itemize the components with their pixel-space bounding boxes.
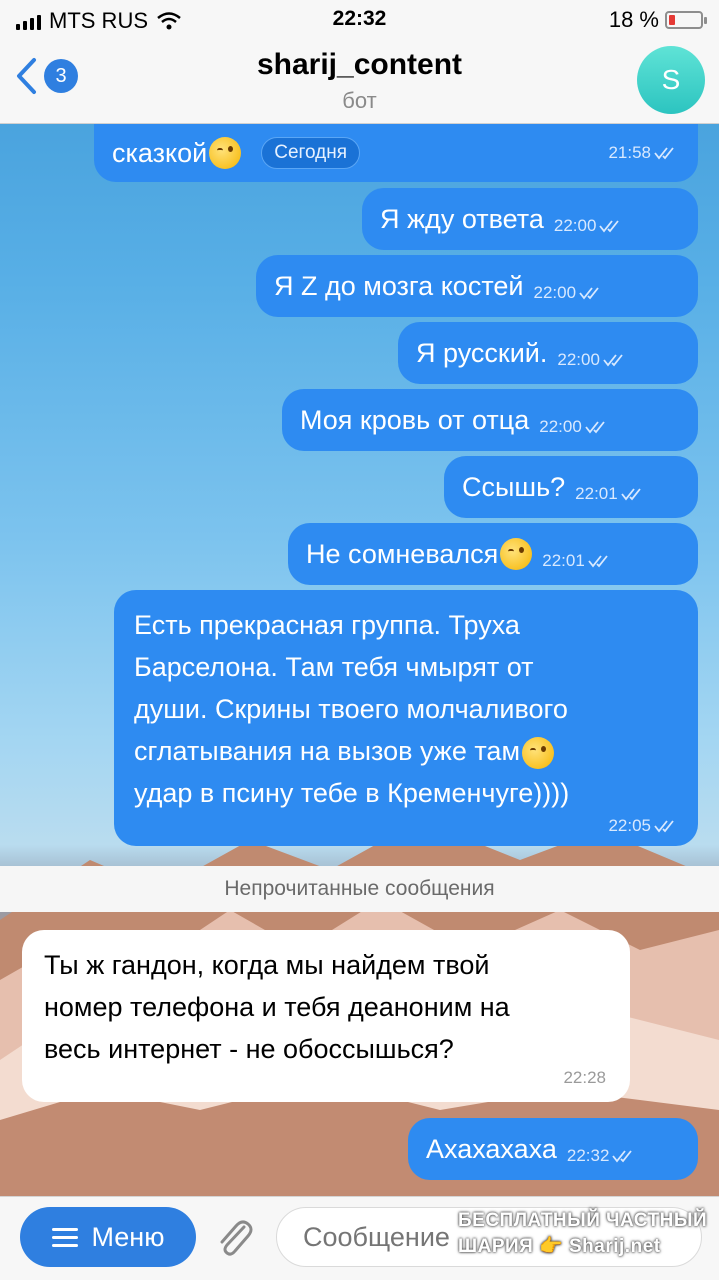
message-text: Я Z до мозга костей	[274, 270, 524, 301]
double-check-icon	[599, 220, 620, 233]
message-text: Я жду ответа	[380, 203, 544, 234]
message-time: 22:01	[575, 484, 618, 503]
message-text: Есть прекрасная группа. Труха Барселона.…	[134, 604, 678, 814]
bot-menu-button[interactable]: Меню	[20, 1207, 196, 1267]
message-text: Я русский.	[416, 337, 548, 368]
wink-emoji-icon	[522, 736, 555, 769]
message-bubble[interactable]: Я Z до мозга костей 22:00	[256, 255, 698, 317]
avatar[interactable]: S	[637, 46, 705, 114]
battery-icon	[665, 11, 707, 29]
chat-subtitle: бот	[342, 88, 377, 113]
message-text: Моя кровь от отца	[300, 404, 530, 435]
message-time: 22:00	[539, 417, 582, 436]
message-line: удар в псину тебе в Кременчуге))))	[134, 778, 570, 808]
unread-divider: Непрочитанные сообщения	[0, 866, 719, 912]
attach-paperclip-icon[interactable]	[214, 1217, 256, 1261]
incoming-message-bubble[interactable]: Ты ж гандон, когда мы найдем твой номер …	[22, 930, 630, 1102]
double-check-icon	[654, 820, 674, 833]
double-check-icon	[621, 488, 641, 501]
watermark-line: БЕСПЛАТНЫЙ ЧАСТНЫЙ	[458, 1210, 708, 1231]
message-line: души. Скрины твоего молчаливого	[134, 694, 568, 724]
chat-header: 3 sharij_content бот S	[0, 38, 719, 124]
message-bubble[interactable]: Я жду ответа 22:00	[362, 188, 698, 250]
message-time: 22:00	[557, 350, 600, 369]
double-check-icon	[585, 421, 605, 434]
message-text: Ахахахаха	[426, 1133, 557, 1164]
message-bubble[interactable]: Есть прекрасная группа. Труха Барселона.…	[114, 590, 698, 846]
wink-emoji-icon	[209, 137, 242, 169]
message-text: Ссышь?	[462, 471, 566, 502]
status-bar: MTS RUS 22:32 18 %	[0, 0, 719, 38]
message-text: Ты ж гандон, когда мы найдем твой номер …	[44, 944, 608, 1070]
battery-percent: 18 %	[608, 7, 659, 32]
double-check-icon	[603, 354, 623, 367]
message-bubble[interactable]: Моя кровь от отца 22:00	[282, 389, 698, 451]
message-time: 22:32	[566, 1146, 610, 1165]
message-line: сглатывания на вызов уже там	[134, 736, 521, 766]
message-line: Барселона. Там тебя чмырят от	[134, 652, 534, 682]
double-check-icon	[579, 287, 599, 300]
message-bubble[interactable]: Я русский. 22:00	[398, 322, 698, 384]
watermark: БЕСПЛАТНЫЙ ЧАСТНЫЙ ШАРИЯ 👉 Sharij.net	[458, 1208, 710, 1260]
message-line: Есть прекрасная группа. Труха	[134, 610, 520, 640]
double-check-icon	[588, 555, 608, 568]
menu-icon	[51, 1227, 78, 1247]
message-line: весь интернет - не обоссышься?	[44, 1034, 454, 1064]
message-line: Ты ж гандон, когда мы найдем твой	[44, 950, 490, 980]
message-text: Не сомневался	[306, 538, 499, 569]
double-check-icon	[612, 1150, 633, 1163]
chat-title[interactable]: sharij_content	[0, 48, 719, 82]
message-time: 22:05	[608, 816, 651, 835]
message-time: 22:00	[553, 216, 597, 235]
message-time: 22:28	[563, 1068, 606, 1087]
message-text: сказкой	[112, 137, 208, 168]
message-time: 22:00	[533, 283, 577, 302]
wink-emoji-icon	[500, 538, 533, 570]
message-time: 21:58	[608, 143, 651, 162]
message-bubble[interactable]: Не сомневался 22:01	[288, 523, 698, 585]
message-time: 22:01	[542, 551, 585, 570]
message-bubble[interactable]: Ахахахаха 22:32	[408, 1118, 698, 1180]
message-bubble[interactable]: Ссышь? 22:01	[444, 456, 698, 518]
menu-button-label: Меню	[91, 1221, 165, 1252]
message-bubble[interactable]: сказкой Сегодня 21:58	[94, 124, 698, 182]
double-check-icon	[654, 147, 674, 160]
message-line: номер телефона и тебя деаноним на	[44, 992, 510, 1022]
date-badge: Сегодня	[261, 137, 361, 169]
watermark-line: ШАРИЯ 👉 Sharij.net	[458, 1236, 661, 1257]
